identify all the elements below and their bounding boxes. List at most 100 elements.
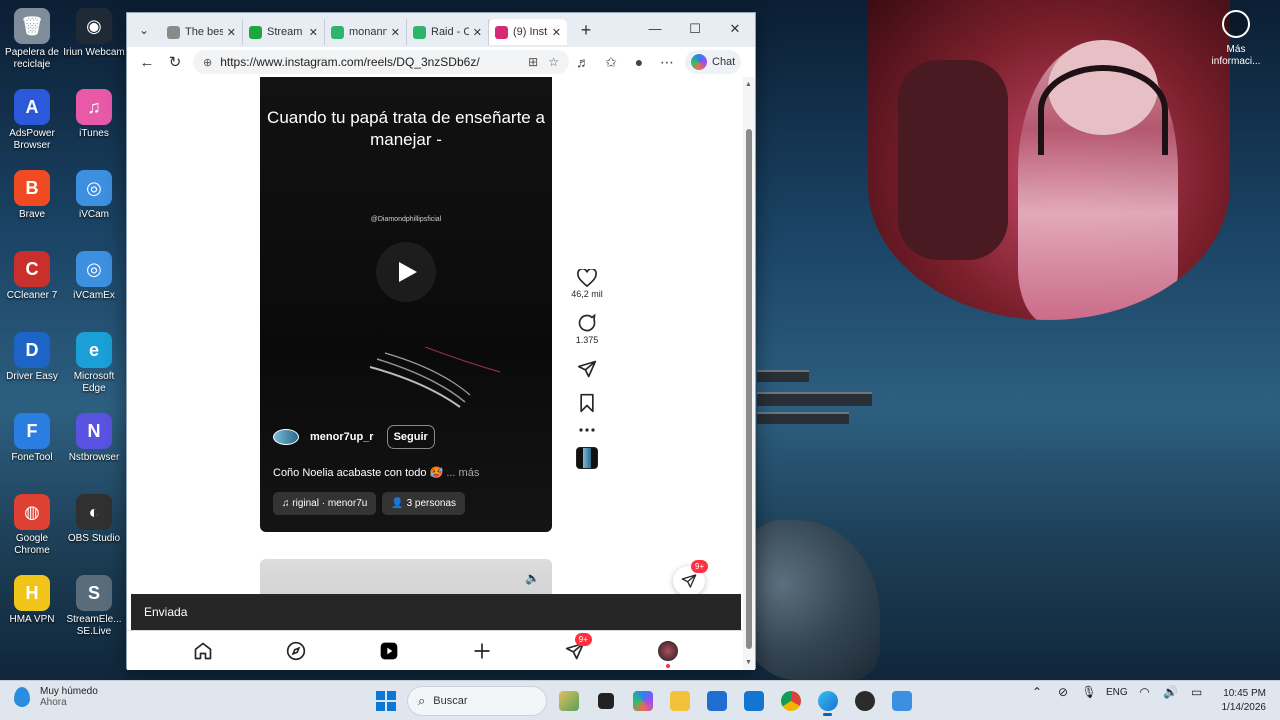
- battery-icon[interactable]: ▭: [1188, 685, 1206, 699]
- tab-close-icon[interactable]: ✕: [309, 26, 318, 39]
- url-field[interactable]: ⊕ https://www.instagram.com/reels/DQ_3nz…: [193, 50, 569, 74]
- desktop-icon[interactable]: N Nstbrowser: [62, 413, 126, 464]
- taskbar-widget-app[interactable]: [553, 685, 584, 716]
- taskbar-copilot[interactable]: [627, 685, 658, 716]
- favorites-icon[interactable]: ✩: [597, 49, 625, 75]
- favorite-star-icon[interactable]: ☆: [548, 55, 559, 69]
- tab-close-icon[interactable]: ✕: [473, 26, 482, 39]
- copilot-chat-button[interactable]: Chat: [685, 50, 742, 74]
- desktop-icon[interactable]: e Microsoft Edge: [62, 332, 126, 395]
- author-username[interactable]: menor7up_r: [310, 431, 374, 443]
- new-tab-button[interactable]: +: [575, 20, 597, 41]
- more-options-action[interactable]: [562, 427, 612, 433]
- tab[interactable]: The best ✕: [161, 19, 243, 45]
- taskbar-ivcam[interactable]: [886, 685, 917, 716]
- back-button[interactable]: ←: [133, 49, 161, 75]
- share-action[interactable]: [562, 359, 612, 379]
- desktop-icon[interactable]: A AdsPower Browser: [0, 89, 64, 152]
- scroll-up-arrow-icon[interactable]: ▲: [745, 81, 752, 88]
- language-indicator[interactable]: ENG: [1106, 687, 1128, 698]
- author-avatar[interactable]: [273, 429, 299, 445]
- nav-messages-badge: 9+: [574, 632, 592, 646]
- taskbar-clock[interactable]: 10:45 PM 1/14/2026: [1210, 687, 1267, 715]
- reel-description: Coño Noelia acabaste con todo 🥵 ... más: [273, 466, 479, 479]
- weather-widget[interactable]: Muy húmedo Ahora: [14, 686, 98, 708]
- settings-more-icon[interactable]: ⋯: [653, 49, 681, 75]
- app-available-icon[interactable]: ⊞: [528, 55, 538, 69]
- url-text: https://www.instagram.com/reels/DQ_3nzSD…: [220, 55, 480, 69]
- taskbar-obs[interactable]: [849, 685, 880, 716]
- tab-active[interactable]: (9) Insta ✕: [489, 19, 567, 45]
- refresh-button[interactable]: ↻: [161, 49, 189, 75]
- more-link[interactable]: ... más: [446, 467, 479, 479]
- taskbar-search[interactable]: ⌕ Buscar: [407, 685, 547, 716]
- tab[interactable]: monann ✕: [325, 19, 407, 45]
- minimize-button[interactable]: —: [635, 13, 675, 47]
- desktop-icon[interactable]: ◎ iVCamEx: [62, 251, 126, 302]
- site-info-icon[interactable]: ⊕: [203, 56, 212, 69]
- nav-home[interactable]: [189, 637, 217, 665]
- tab[interactable]: Stream - ✕: [243, 19, 325, 45]
- desktop-icon[interactable]: B Brave: [0, 170, 64, 221]
- desktop-icon[interactable]: ◉ Iriun Webcam: [62, 8, 126, 59]
- close-window-button[interactable]: ✕: [715, 13, 755, 47]
- taskbar-explorer[interactable]: [664, 685, 695, 716]
- page-scrollbar[interactable]: ▲ ▼: [743, 77, 755, 670]
- nav-create[interactable]: [468, 637, 496, 665]
- tagged-people-pill[interactable]: 👤 3 personas: [382, 492, 466, 515]
- nav-explore[interactable]: [282, 637, 310, 665]
- taskbar-task-view[interactable]: [590, 685, 621, 716]
- taskbar-edge[interactable]: [812, 685, 843, 716]
- app-icon: B: [14, 170, 50, 206]
- volume-icon[interactable]: 🔈: [525, 571, 540, 585]
- tab-actions-menu[interactable]: ⌄: [133, 19, 155, 41]
- desktop-icon-label: Driver Easy: [6, 371, 58, 382]
- desktop-icon[interactable]: ◐ OBS Studio: [62, 494, 126, 545]
- taskbar-store[interactable]: [701, 685, 732, 716]
- nav-profile[interactable]: [654, 637, 682, 668]
- no-network-icon[interactable]: ⊘: [1054, 685, 1072, 699]
- tab-close-icon[interactable]: ✕: [227, 26, 236, 39]
- profile-icon[interactable]: ●: [625, 49, 653, 75]
- desktop-icon[interactable]: D Driver Easy: [0, 332, 64, 383]
- app-icon: D: [14, 332, 50, 368]
- taskbar-outlook[interactable]: [738, 685, 769, 716]
- read-aloud-icon[interactable]: ♬: [569, 49, 597, 75]
- wifi-icon[interactable]: ◠: [1136, 685, 1154, 699]
- desktop-icon[interactable]: C CCleaner 7: [0, 251, 64, 302]
- comment-action[interactable]: 1.375: [562, 313, 612, 345]
- app-icon: ◍: [14, 494, 50, 530]
- start-button[interactable]: [370, 685, 401, 716]
- audio-thumbnail-action[interactable]: [562, 447, 612, 469]
- tab[interactable]: Raid - C ✕: [407, 19, 489, 45]
- desktop-more-info[interactable]: Más informaci...: [1206, 10, 1266, 68]
- chevron-up-icon[interactable]: ⌃: [1028, 685, 1046, 699]
- scroll-down-arrow-icon[interactable]: ▼: [745, 659, 752, 666]
- audio-pill[interactable]: ♫ riginal · menor7u: [273, 492, 377, 515]
- follow-button[interactable]: Seguir: [386, 425, 435, 449]
- volume-icon[interactable]: 🔊: [1162, 685, 1180, 699]
- desktop-icon[interactable]: ◎ iVCam: [62, 170, 126, 221]
- tab-close-icon[interactable]: ✕: [391, 26, 400, 39]
- like-action[interactable]: 46,2 mil: [562, 269, 612, 299]
- taskbar-chrome[interactable]: [775, 685, 806, 716]
- desktop-icon[interactable]: H HMA VPN: [0, 575, 64, 626]
- scroll-thumb[interactable]: [746, 129, 752, 649]
- play-button[interactable]: [376, 242, 436, 302]
- maximize-button[interactable]: ☐: [675, 13, 715, 47]
- tab-label: The best: [185, 26, 223, 38]
- desktop-icon[interactable]: 🗑 Papelera de reciclaje: [0, 8, 64, 71]
- nav-messages[interactable]: 9+: [561, 632, 592, 665]
- microphone-icon[interactable]: 🎙: [1080, 685, 1098, 699]
- nav-reels[interactable]: [375, 637, 403, 665]
- floating-messages-button[interactable]: 9+: [673, 560, 709, 596]
- reel-video[interactable]: Cuando tu papá trata de enseñarte a mane…: [260, 77, 552, 532]
- save-action[interactable]: [562, 393, 612, 413]
- share-icon: [577, 360, 597, 378]
- desktop-icon[interactable]: S StreamEle... SE.Live: [62, 575, 126, 638]
- tab-close-icon[interactable]: ✕: [552, 26, 561, 39]
- folder-icon: [669, 690, 690, 711]
- desktop-icon[interactable]: F FoneTool: [0, 413, 64, 464]
- desktop-icon[interactable]: ◍ Google Chrome: [0, 494, 64, 557]
- desktop-icon[interactable]: ♫ iTunes: [62, 89, 126, 140]
